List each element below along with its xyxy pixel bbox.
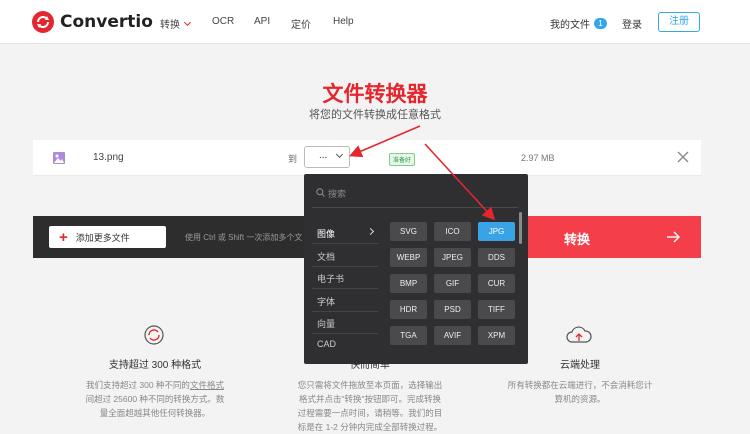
search-underline <box>312 207 518 208</box>
multi-select-hint: 使用 Ctrl 或 Shift 一次添加多个文 <box>185 233 303 242</box>
format-option-svg[interactable]: SVG <box>390 222 427 241</box>
feature-text-cloud: 所有转换都在云端进行，不会消耗您计 算机的资源。 <box>507 380 653 404</box>
refresh-cycle-icon <box>144 325 164 345</box>
format-option-avif[interactable]: AVIF <box>434 326 471 345</box>
convertio-logo-icon <box>32 11 54 33</box>
format-option-cur[interactable]: CUR <box>478 274 515 293</box>
add-files-button[interactable]: + 添加更多文件 <box>49 226 166 248</box>
format-option-bmp[interactable]: BMP <box>390 274 427 293</box>
signup-button[interactable]: 注册 <box>658 12 700 32</box>
dropdown-scrollbar[interactable] <box>519 212 522 244</box>
format-option-webp[interactable]: WEBP <box>390 248 427 267</box>
category-ebook[interactable]: 电子书 <box>317 272 344 285</box>
close-icon[interactable] <box>677 151 689 163</box>
page-title: 文件转换器 <box>322 83 428 106</box>
format-search-input[interactable] <box>328 186 504 202</box>
format-option-tga[interactable]: TGA <box>390 326 427 345</box>
page-subtitle: 将您的文件转换成任意格式 <box>309 109 441 121</box>
convert-button[interactable]: 转换 <box>528 216 701 258</box>
plus-icon: + <box>59 228 68 246</box>
cloud-upload-icon <box>566 326 592 343</box>
my-files-label: 我的文件 <box>550 20 590 31</box>
feature-title-formats: 支持超过 300 种格式 <box>108 360 202 371</box>
add-files-label: 添加更多文件 <box>75 232 130 243</box>
image-file-icon <box>53 152 65 164</box>
format-option-hdr[interactable]: HDR <box>390 300 427 319</box>
nav-ocr[interactable]: OCR <box>212 16 234 27</box>
file-formats-link[interactable]: 文件格式 <box>190 380 224 390</box>
chevron-right-icon <box>366 227 375 236</box>
category-cad[interactable]: CAD <box>317 339 336 349</box>
my-files-link[interactable]: 我的文件 1 <box>550 16 607 31</box>
nav-convert[interactable]: 转换 <box>160 16 192 31</box>
logo[interactable]: Convertio <box>32 11 153 33</box>
format-dropdown: 图像 文档 电子书 字体 向量 CAD SVG ICO JPG WEBP JPE… <box>304 174 528 364</box>
format-option-gif[interactable]: GIF <box>434 274 471 293</box>
arrow-right-icon <box>667 231 680 243</box>
format-select[interactable]: ... <box>304 146 350 168</box>
file-name: 13.png <box>93 152 124 163</box>
category-document[interactable]: 文档 <box>317 250 335 263</box>
format-option-jpg[interactable]: JPG <box>478 222 515 241</box>
format-select-value: ... <box>319 150 328 161</box>
category-font[interactable]: 字体 <box>317 295 335 308</box>
category-divider <box>312 311 378 312</box>
to-label: 到 <box>288 154 298 164</box>
format-option-xpm[interactable]: XPM <box>478 326 515 345</box>
file-count-badge: 1 <box>594 18 607 29</box>
status-badge: 准备好 <box>389 153 416 166</box>
format-option-tiff[interactable]: TIFF <box>478 300 515 319</box>
logo-text: Convertio <box>60 12 153 32</box>
format-option-dds[interactable]: DDS <box>478 248 515 267</box>
format-option-ico[interactable]: ICO <box>434 222 471 241</box>
file-row: 13.png 到 ... 准备好 2.97 MB <box>33 140 701 176</box>
category-divider <box>312 266 378 267</box>
category-divider <box>312 243 378 244</box>
feature-text-formats: 我们支持超过 300 种不同的文件格式 间超过 25600 种不同的转换方式。数… <box>85 380 225 418</box>
category-divider <box>312 333 378 334</box>
nav-convert-label: 转换 <box>160 20 180 31</box>
nav-api[interactable]: API <box>254 16 270 27</box>
feature-text-fast: 您只需将文件拖放至本页面，选择输出 格式并点击"转换"按钮即可。完成转换 过程需… <box>297 380 443 432</box>
chevron-down-icon <box>335 150 344 159</box>
login-link[interactable]: 登录 <box>622 16 642 31</box>
category-image[interactable]: 图像 <box>317 227 335 240</box>
format-option-psd[interactable]: PSD <box>434 300 471 319</box>
nav-pricing[interactable]: 定价 <box>291 16 311 31</box>
convert-label: 转换 <box>564 232 591 247</box>
top-header: Convertio 转换 OCR API 定价 Help 我的文件 1 登录 注… <box>0 0 750 44</box>
nav-help[interactable]: Help <box>333 16 354 27</box>
category-divider <box>312 288 378 289</box>
format-option-jpeg[interactable]: JPEG <box>434 248 471 267</box>
chevron-down-icon <box>183 18 192 26</box>
file-size: 2.97 MB <box>521 153 555 163</box>
category-vector[interactable]: 向量 <box>317 317 335 330</box>
search-icon <box>316 188 325 197</box>
